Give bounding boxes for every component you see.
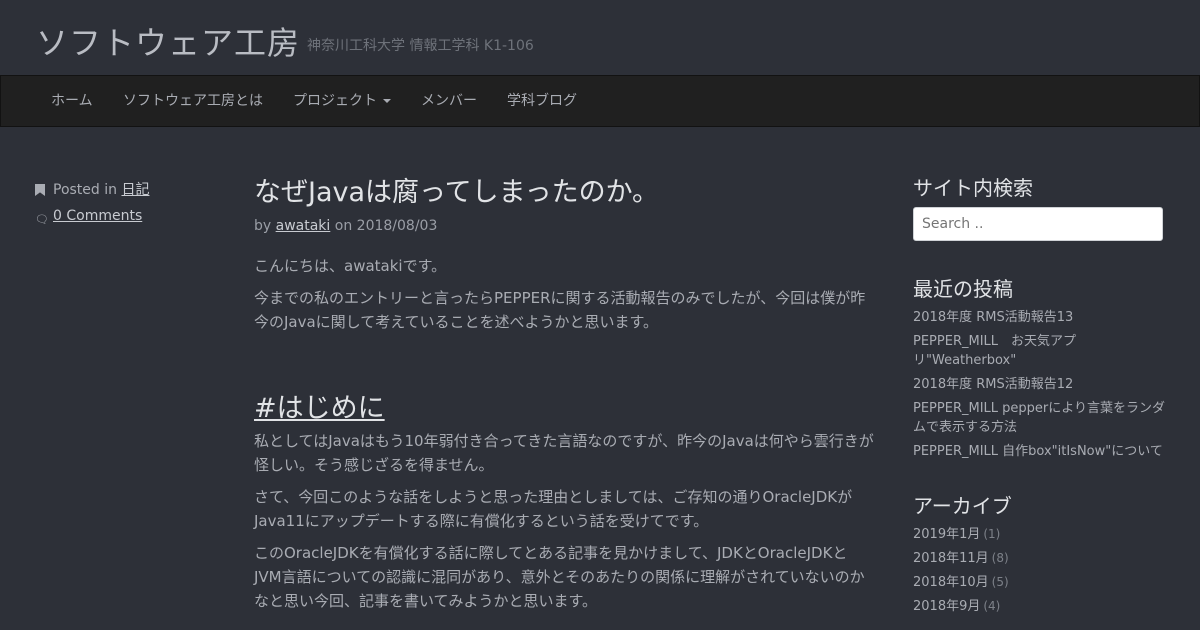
- recent-post-link[interactable]: PEPPER_MILL お天気アプリ"Weatherbox": [913, 332, 1168, 370]
- bookmark-icon: [35, 184, 45, 196]
- on-label: on: [334, 218, 353, 234]
- comments-link[interactable]: 0 Comments: [53, 208, 142, 224]
- post-date: 2018/08/03: [356, 218, 438, 234]
- archive-count: (1): [983, 527, 1001, 541]
- archive-count: (5): [991, 575, 1009, 589]
- archive-title: アーカイブ: [913, 494, 1012, 518]
- recent-post-link[interactable]: 2018年度 RMS活動報告13: [913, 308, 1168, 327]
- nav-item-home[interactable]: ホーム: [51, 76, 93, 126]
- post-category-row: Posted in 日記: [35, 180, 149, 206]
- by-label: by: [254, 218, 272, 234]
- nav-item-projects-label: プロジェクト: [293, 93, 377, 109]
- author-link[interactable]: awataki: [276, 218, 331, 234]
- nav-item-blog[interactable]: 学科ブログ: [507, 76, 577, 126]
- recent-post-link[interactable]: PEPPER_MILL 自作box"itIsNow"について: [913, 442, 1168, 461]
- site-header: ソフトウェア工房 神奈川工科大学 情報工学科 K1-106: [0, 0, 1200, 76]
- search-input[interactable]: [913, 207, 1163, 241]
- intro-paragraph: こんにちは、awatakiです。: [254, 257, 447, 275]
- byline: by awataki on 2018/08/03: [254, 218, 874, 234]
- search-widget-title: サイト内検索: [913, 176, 1033, 200]
- archive-item: 2018年11月 (8): [913, 549, 1168, 568]
- nav-item-about[interactable]: ソフトウェア工房とは: [123, 76, 263, 126]
- site-title[interactable]: ソフトウェア工房: [36, 18, 300, 64]
- section-paragraph: このOracleJDKを有償化する話に際してとある記事を見かけまして、JDKとO…: [254, 544, 865, 610]
- article: なぜJavaは腐ってしまったのか。 by awataki on 2018/08/…: [254, 170, 874, 621]
- site-description: 神奈川工科大学 情報工学科 K1-106: [307, 38, 534, 54]
- recent-posts-title: 最近の投稿: [913, 277, 1013, 301]
- archive-link[interactable]: 2018年10月: [913, 575, 989, 590]
- archive-link[interactable]: 2019年1月: [913, 527, 980, 542]
- archive-item: 2018年10月 (5): [913, 573, 1168, 592]
- section-paragraph: 私としてはJavaはもう10年弱付き合ってきた言語なのですが、昨今のJavaは何…: [254, 432, 874, 474]
- recent-post-link[interactable]: 2018年度 RMS活動報告12: [913, 375, 1168, 394]
- post-title: なぜJavaは腐ってしまったのか。: [254, 177, 660, 208]
- recent-posts-list: 2018年度 RMS活動報告13 PEPPER_MILL お天気アプリ"Weat…: [913, 308, 1168, 461]
- comments-icon: 🗨: [35, 213, 49, 226]
- main-navbar: ホーム ソフトウェア工房とは プロジェクト メンバー 学科ブログ: [0, 75, 1200, 127]
- intro-paragraph: 今までの私のエントリーと言ったらPEPPERに関する活動報告のみでしたが、今回は…: [254, 289, 866, 331]
- section-paragraph: さて、今回このような話をしようと思った理由としましては、ご存知の通りOracle…: [254, 488, 853, 530]
- archive-list: 2019年1月 (1) 2018年11月 (8) 2018年10月 (5) 2018年…: [913, 525, 1168, 616]
- posted-in-label: Posted in: [53, 182, 118, 198]
- archive-item: 2019年1月 (1): [913, 525, 1168, 544]
- sidebar: サイト内検索 最近の投稿 2018年度 RMS活動報告13 PEPPER_MIL…: [913, 172, 1168, 621]
- archive-link[interactable]: 2018年11月: [913, 551, 989, 566]
- nav-item-members[interactable]: メンバー: [421, 76, 477, 126]
- archive-link[interactable]: 2018年9月: [913, 599, 980, 614]
- post-meta: Posted in 日記 🗨 0 Comments: [35, 180, 149, 232]
- recent-post-link[interactable]: PEPPER_MILL pepperにより言葉をランダムで表示する方法: [913, 399, 1168, 437]
- archive-item: 2018年9月 (4): [913, 597, 1168, 616]
- caret-down-icon: [383, 99, 391, 103]
- archive-count: (4): [983, 599, 1001, 613]
- category-link[interactable]: 日記: [121, 182, 149, 198]
- section-heading[interactable]: #はじめに: [254, 386, 874, 425]
- post-comments-row: 🗨 0 Comments: [35, 206, 149, 232]
- archive-count: (8): [991, 551, 1009, 565]
- nav-item-projects[interactable]: プロジェクト: [293, 76, 391, 126]
